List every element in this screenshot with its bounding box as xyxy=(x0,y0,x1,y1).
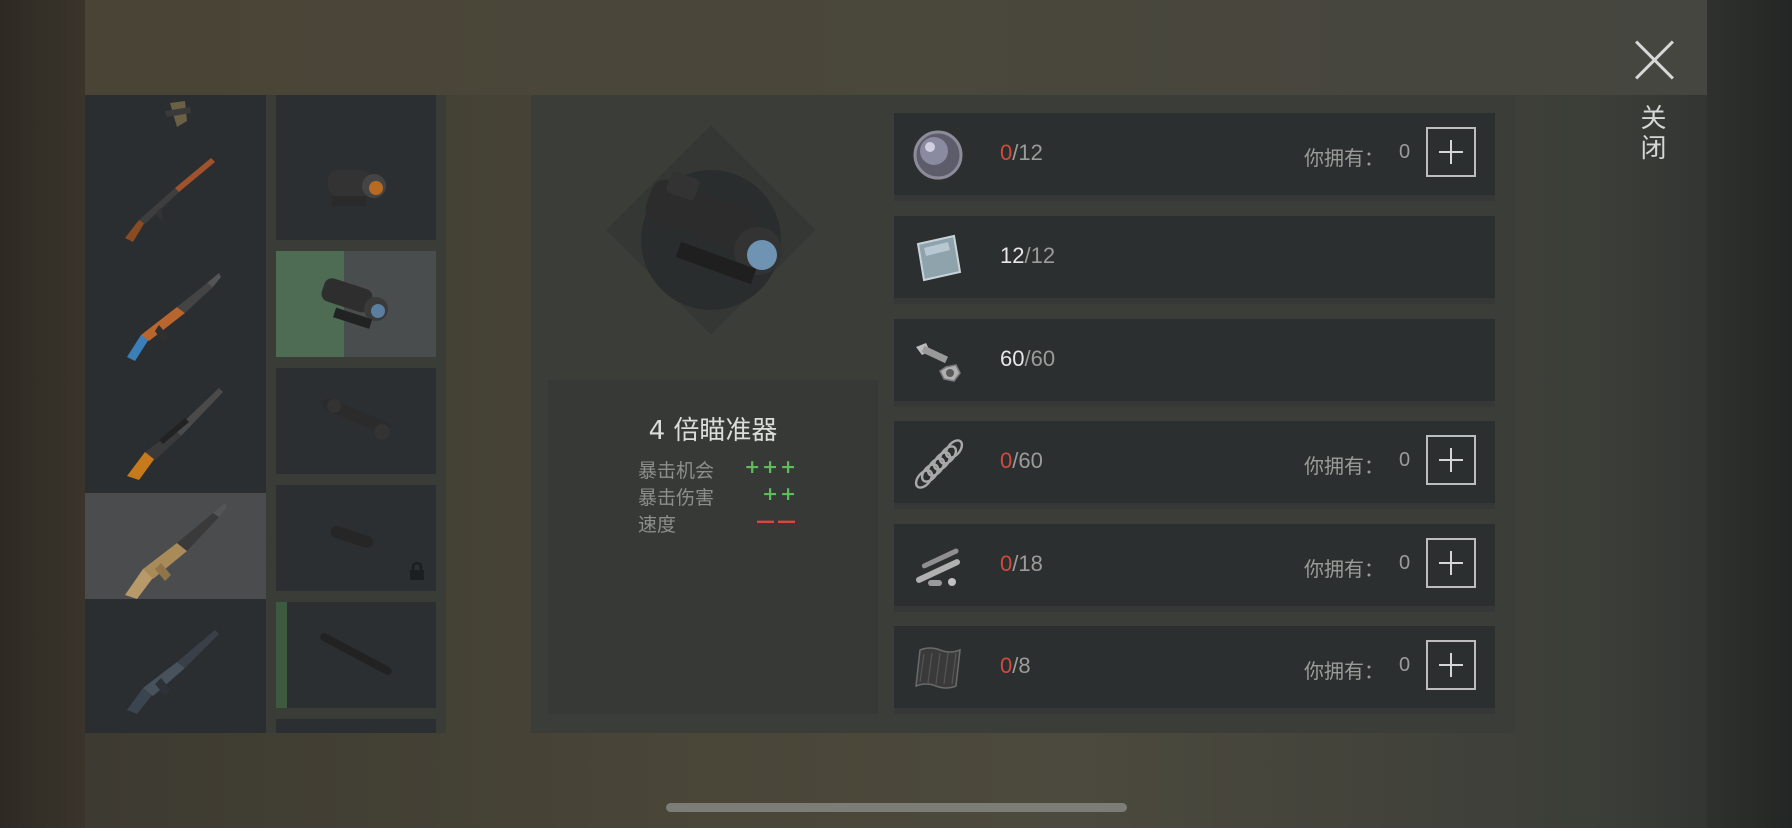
add-spring-button[interactable] xyxy=(1426,435,1476,485)
attachment-item-barrel[interactable] xyxy=(276,602,436,708)
lock-icon xyxy=(410,561,424,580)
stat-value: +++ xyxy=(744,456,798,478)
home-indicator[interactable] xyxy=(666,803,1127,812)
top-band xyxy=(85,0,1707,95)
item-info-panel: 4 倍瞄准器 暴击机会 +++ 暴击伤害 ++ 速度 —— xyxy=(548,380,878,714)
weapon-item-ak[interactable] xyxy=(85,259,266,365)
weapon-item-scar[interactable] xyxy=(85,493,266,599)
stat-value: —— xyxy=(756,510,798,532)
attachment-list[interactable] xyxy=(266,95,446,733)
need-amount: 12 xyxy=(1030,243,1056,268)
owned-value: 0 xyxy=(1399,552,1411,574)
material-row-bolts: 60/60 xyxy=(894,319,1495,407)
material-row-rubber: 0/8 你拥有： 0 xyxy=(894,626,1495,714)
glass-plate-icon xyxy=(916,234,962,282)
item-title: 4 倍瞄准器 xyxy=(648,416,778,446)
gun-parts-icon xyxy=(915,548,961,586)
spring-icon xyxy=(914,439,964,489)
material-count: 0/8 xyxy=(1000,653,1031,678)
add-lens-button[interactable] xyxy=(1426,127,1476,177)
material-row-spring: 0/60 你拥有： 0 xyxy=(894,421,1495,509)
add-rubber-button[interactable] xyxy=(1426,640,1476,690)
attachment-item-partial[interactable] xyxy=(276,719,436,733)
weapon-list[interactable] xyxy=(85,95,266,733)
need-amount: 60 xyxy=(1030,346,1056,371)
weapon-item-pistol[interactable] xyxy=(85,95,266,141)
add-gun-parts-button[interactable] xyxy=(1426,538,1476,588)
close-label[interactable]: 关闭 xyxy=(1636,104,1670,164)
attachment-item-long-scope[interactable] xyxy=(276,368,436,474)
selected-pointer xyxy=(249,536,267,568)
need-amount: 60 xyxy=(1018,448,1043,473)
stat-label: 暴击伤害 xyxy=(638,487,715,509)
material-count: 0/18 xyxy=(1000,551,1043,576)
stat-crit-damage: 暴击伤害 ++ xyxy=(638,483,798,509)
barrel-icon xyxy=(320,633,392,675)
long-scope-icon xyxy=(322,398,390,440)
attachment-item-red-dot[interactable] xyxy=(276,134,436,240)
stat-label: 暴击机会 xyxy=(638,460,715,482)
have-amount: 0 xyxy=(1000,140,1013,165)
owned-label: 你拥有： xyxy=(1304,454,1384,478)
material-count: 60/60 xyxy=(1000,346,1056,371)
have-amount: 0 xyxy=(1000,653,1013,678)
stat-speed: 速度 —— xyxy=(638,510,798,536)
material-count: 0/12 xyxy=(1000,140,1043,165)
suppressor-icon xyxy=(330,526,374,548)
m16-rifle-icon xyxy=(127,630,219,714)
scar-rifle-icon xyxy=(125,503,227,599)
owned-label: 你拥有： xyxy=(1304,146,1384,170)
weapon-item-sniper[interactable] xyxy=(85,376,266,482)
owned-value: 0 xyxy=(1399,654,1411,676)
have-amount: 0 xyxy=(1000,448,1013,473)
owned-value: 0 xyxy=(1399,141,1411,163)
owned-value: 0 xyxy=(1399,449,1411,471)
shotgun-icon xyxy=(125,158,215,242)
have-amount: 60 xyxy=(1000,346,1025,371)
weapon-item-m16[interactable] xyxy=(85,610,266,716)
left-frame xyxy=(0,0,85,828)
owned-label: 你拥有： xyxy=(1304,557,1384,581)
need-amount: 12 xyxy=(1018,140,1043,165)
pistol-icon xyxy=(165,101,191,127)
right-frame xyxy=(1707,0,1792,828)
stat-value: ++ xyxy=(762,483,798,505)
bolt-nut-icon xyxy=(916,343,961,382)
lens-icon xyxy=(913,130,963,180)
material-count: 12/12 xyxy=(1000,243,1056,268)
have-amount: 12 xyxy=(1000,243,1025,268)
need-amount: 18 xyxy=(1018,551,1043,576)
stat-label: 速度 xyxy=(638,514,677,536)
material-count: 0/60 xyxy=(1000,448,1043,473)
need-amount: 8 xyxy=(1018,653,1031,678)
material-row-lens: 0/12 你拥有： 0 xyxy=(894,113,1495,201)
4x-scope-icon xyxy=(321,278,388,329)
item-preview xyxy=(606,125,816,335)
equipped-strip xyxy=(276,602,287,708)
sniper-rifle-icon xyxy=(127,388,223,480)
weapon-item-shotgun[interactable] xyxy=(85,142,266,248)
have-amount: 0 xyxy=(1000,551,1013,576)
ak-rifle-icon xyxy=(127,273,221,361)
stat-crit-chance: 暴击机会 +++ xyxy=(638,456,798,482)
owned-label: 你拥有： xyxy=(1304,659,1384,683)
red-dot-sight-icon xyxy=(328,170,386,206)
attachment-item-suppressor[interactable] xyxy=(276,485,436,591)
close-icon[interactable] xyxy=(1633,38,1677,82)
material-row-glass: 12/12 xyxy=(894,216,1495,304)
rubber-sheet-icon xyxy=(915,647,961,689)
attachment-item-4x-scope[interactable] xyxy=(276,251,436,357)
material-row-gun-parts: 0/18 你拥有： 0 xyxy=(894,524,1495,612)
